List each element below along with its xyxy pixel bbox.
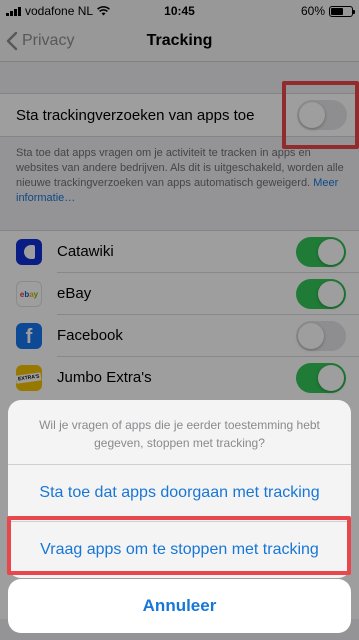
cancel-button[interactable]: Annuleer <box>8 579 351 633</box>
allow-continue-tracking-button[interactable]: Sta toe dat apps doorgaan met tracking <box>8 464 351 521</box>
button-highlight-box <box>7 516 351 575</box>
action-sheet-message: Wil je vragen of apps die je eerder toes… <box>39 418 320 450</box>
